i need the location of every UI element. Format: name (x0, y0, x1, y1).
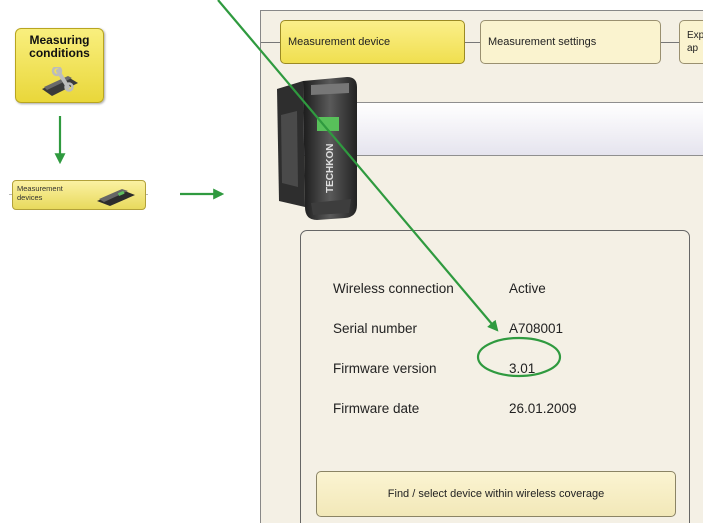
device-info-panel: Wireless connection Active Serial number… (300, 230, 690, 523)
firmware-date-value: 26.01.2009 (509, 401, 577, 416)
tools-device-icon (42, 67, 78, 96)
measurement-devices-bar[interactable]: Measurement devices (9, 179, 148, 213)
tab-measurement-device[interactable]: Measurement device (280, 20, 465, 64)
techkon-device-icon: TECHKON (277, 77, 357, 220)
measurement-devices-label: Measurement devices (17, 184, 63, 202)
tab-measurement-device-label: Measurement device (288, 36, 391, 48)
measurement-devices-button[interactable]: Measurement devices (12, 180, 146, 210)
tab-measurement-settings[interactable]: Measurement settings (480, 20, 661, 64)
measuring-conditions-label: Measuring conditions (29, 33, 90, 60)
serial-number-label: Serial number (333, 321, 418, 336)
wireless-connection-label: Wireless connection (333, 281, 454, 296)
find-device-button[interactable]: Find / select device within wireless cov… (316, 471, 676, 517)
tab-measurement-settings-label: Measurement settings (488, 36, 597, 48)
device-brand-text: TECHKON (325, 144, 336, 193)
firmware-version-label: Firmware version (333, 361, 437, 376)
device-icon (97, 189, 135, 206)
firmware-version-value: 3.01 (509, 361, 536, 376)
serial-number-value: A708001 (509, 321, 564, 336)
firmware-date-label: Firmware date (333, 401, 420, 416)
find-device-label: Find / select device within wireless cov… (387, 488, 605, 500)
app-window: Measurement device Measurement settings … (260, 10, 703, 523)
tab-export-label: Exp ap (687, 30, 703, 54)
measuring-conditions-button[interactable]: Measuring conditions (15, 28, 104, 103)
tab-export[interactable]: Exp ap (679, 20, 703, 64)
wireless-connection-value: Active (509, 281, 546, 296)
